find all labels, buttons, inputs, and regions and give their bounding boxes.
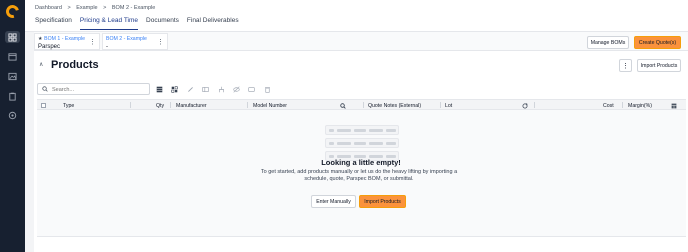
enter-manually-button[interactable]: Enter Manually (311, 195, 356, 208)
column-divider (534, 102, 535, 108)
bom-tabs-bar: ★ BOM 1 - Example Parspec ⋮ BOM 2 - Exam… (34, 32, 688, 51)
hierarchy-icon[interactable] (217, 85, 226, 94)
sidebar (0, 0, 25, 252)
products-panel: ∧ Products ⋮ Import Products Type Qty Ma… (34, 51, 688, 252)
search-icon (42, 86, 48, 92)
column-manufacturer[interactable]: Manufacturer (176, 103, 207, 109)
select-all-checkbox[interactable] (41, 102, 46, 108)
grid-view-icon[interactable] (170, 85, 179, 94)
table-settings-icon[interactable] (201, 85, 210, 94)
create-quotes-button[interactable]: Create Quote(s) (634, 36, 681, 49)
column-divider (622, 102, 623, 108)
column-divider (170, 102, 171, 108)
column-divider (440, 102, 441, 108)
import-products-button[interactable]: Import Products (637, 59, 681, 72)
column-search-icon[interactable] (340, 102, 346, 109)
calendar-icon[interactable] (5, 50, 20, 62)
column-settings-icon[interactable] (671, 103, 677, 109)
breadcrumb-current: BOM 2 - Example (111, 5, 156, 11)
bom-tab-1[interactable]: ★ BOM 1 - Example Parspec ⋮ (34, 33, 100, 50)
empty-state-title: Looking a little empty! (321, 158, 401, 167)
tab-specification[interactable]: Specification (35, 17, 72, 30)
bom-tab-title: BOM 1 - Example (44, 36, 86, 42)
clipboard-icon[interactable] (5, 90, 20, 102)
placeholder-row-illustration (325, 125, 399, 135)
tab-documents[interactable]: Documents (146, 17, 179, 30)
more-options-icon[interactable]: ⋮ (619, 59, 632, 72)
breadcrumb-separator: > (67, 5, 71, 11)
bom-tab-2[interactable]: BOM 2 - Example - ⋮ (102, 33, 168, 50)
search-box (37, 83, 150, 95)
column-quote-notes[interactable]: Quote Notes (External) (368, 103, 421, 109)
breadcrumb: Dashboard > Example > BOM 2 - Example (35, 5, 159, 11)
column-margin[interactable]: Margin(%) (628, 103, 652, 109)
table-header: Type Qty Manufacturer Model Number Quote… (37, 99, 686, 110)
top-header: Dashboard > Example > BOM 2 - Example Sp… (25, 0, 688, 32)
delete-trash-icon[interactable] (263, 85, 272, 94)
settings-icon[interactable] (5, 109, 20, 121)
project-tabs: Specification Pricing & Lead Time Docume… (35, 17, 247, 30)
bom-tab-title: BOM 2 - Example (106, 36, 147, 42)
breadcrumb-example[interactable]: Example (76, 5, 97, 11)
star-icon[interactable]: ★ (38, 36, 43, 42)
manage-boms-button[interactable]: Manage BOMs (587, 36, 629, 49)
column-divider (130, 102, 131, 108)
brand-logo-icon[interactable] (3, 2, 22, 21)
edit-pencil-icon[interactable] (186, 85, 195, 94)
tab-final-deliverables[interactable]: Final Deliverables (187, 17, 239, 30)
column-divider (363, 102, 364, 108)
column-divider (247, 102, 248, 108)
breadcrumb-dashboard[interactable]: Dashboard (35, 5, 62, 11)
more-options-icon[interactable]: ⋮ (89, 38, 96, 46)
app-root: Dashboard > Example > BOM 2 - Example Sp… (0, 0, 688, 252)
column-type[interactable]: Type (63, 103, 74, 109)
bom-tab-subtitle: - (106, 43, 108, 50)
more-options-icon[interactable]: ⋮ (157, 38, 164, 46)
dashboard-icon[interactable] (5, 31, 20, 43)
message-icon[interactable] (247, 85, 256, 94)
column-model-number[interactable]: Model Number (253, 103, 287, 109)
breadcrumb-separator: > (103, 5, 107, 11)
refresh-icon[interactable] (522, 102, 528, 109)
placeholder-row-illustration (325, 138, 399, 148)
products-title: Products (51, 59, 99, 71)
list-view-icon[interactable] (155, 85, 164, 94)
column-qty[interactable]: Qty (156, 103, 164, 109)
column-lot[interactable]: Lot (445, 103, 452, 109)
search-input[interactable] (52, 85, 147, 94)
hide-eye-icon[interactable] (232, 85, 241, 94)
bom-tab-subtitle: Parspec (38, 43, 61, 50)
image-icon[interactable] (5, 70, 20, 82)
collapse-chevron-icon[interactable]: ∧ (39, 61, 43, 68)
empty-state-description: To get started, add products manually or… (260, 169, 458, 182)
column-cost[interactable]: Cost (603, 103, 614, 109)
table-toolbar (155, 85, 278, 94)
tab-pricing-lead-time[interactable]: Pricing & Lead Time (79, 17, 139, 30)
empty-import-products-button[interactable]: Import Products (359, 195, 406, 208)
